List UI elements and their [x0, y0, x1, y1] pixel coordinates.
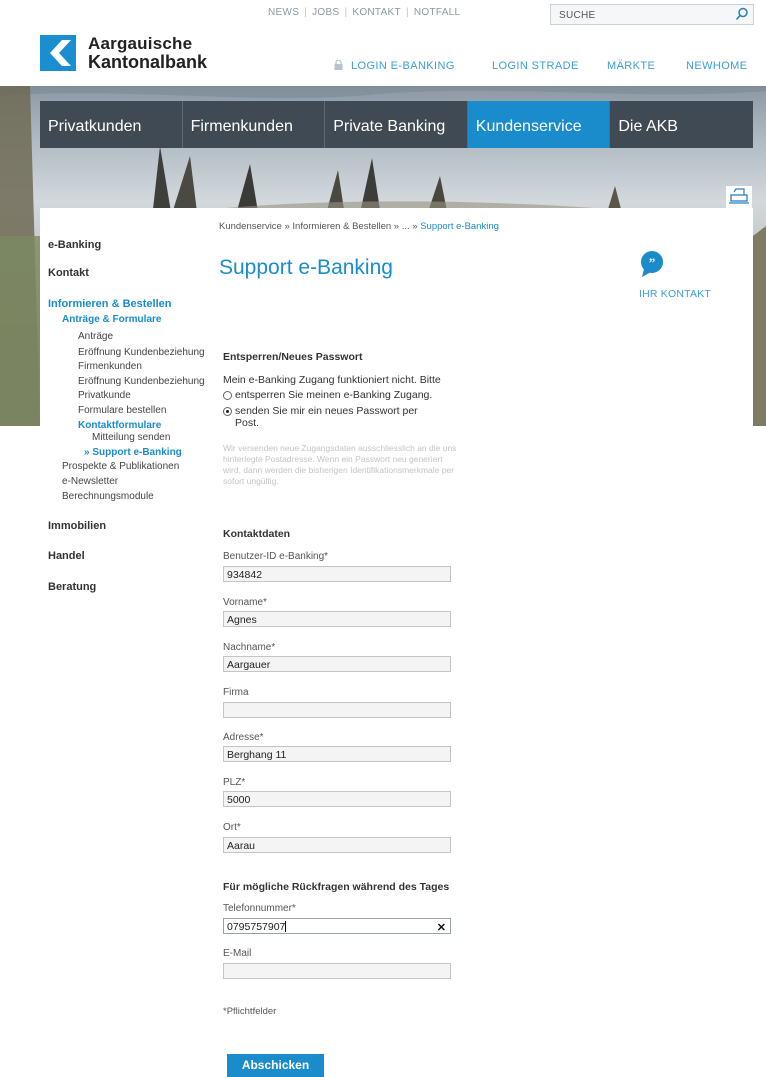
utility-nav: NEWS | JOBS | KONTAKT | NOTFALL: [268, 7, 461, 18]
sidebar-item-support-ebanking[interactable]: » Support e-Banking: [84, 447, 182, 458]
adresse-label: Adresse*: [223, 732, 264, 743]
sidebar-item-privatkunde[interactable]: Privatkunde: [78, 390, 131, 401]
vorname-field[interactable]: Agnes: [223, 611, 451, 627]
kontaktdaten-heading: Kontaktdaten: [223, 528, 291, 540]
vorname-label: Vorname*: [223, 597, 267, 608]
unlock-heading: Entsperren/Neues Passwort: [223, 351, 363, 363]
maerkte-link[interactable]: MÄRKTE: [607, 60, 655, 72]
search-placeholder: SUCHE: [559, 10, 596, 21]
telefon-label: Telefonnummer*: [223, 903, 296, 914]
sidebar-item-kontakt[interactable]: Kontakt: [48, 267, 89, 279]
tab-firmenkunden[interactable]: Firmenkunden: [183, 101, 326, 148]
sidebar-item-ebanking[interactable]: e-Banking: [48, 239, 101, 251]
logo-line1: Aargauische: [88, 34, 193, 53]
radio-new-password[interactable]: [223, 407, 232, 416]
lock-icon: [334, 60, 343, 70]
logo-line2: Kantonalbank: [88, 52, 208, 72]
sidebar-item-eroeffnung-privat[interactable]: Eröffnung Kundenbeziehung: [78, 376, 205, 387]
breadcrumb-path[interactable]: Kundenservice » Informieren & Bestellen …: [219, 221, 420, 232]
sidebar-item-mitteilung[interactable]: Mitteilung senden: [92, 432, 170, 443]
nachname-label: Nachname*: [223, 642, 276, 653]
adresse-field[interactable]: Berghang 11: [223, 746, 451, 762]
plz-field[interactable]: 5000: [223, 791, 451, 807]
sidebar-item-eroeffnung-firmen[interactable]: Eröffnung Kundenbeziehung: [78, 347, 205, 358]
login-ebanking-label: LOGIN E-BANKING: [351, 60, 455, 72]
text-caret: [285, 921, 287, 932]
logo-mark-icon: [40, 35, 76, 71]
email-field[interactable]: [223, 963, 451, 979]
util-link-kontakt[interactable]: KONTAKT: [352, 7, 401, 18]
breadcrumb: Kundenservice » Informieren & Bestellen …: [219, 221, 499, 232]
unlock-intro: Mein e-Banking Zugang funktioniert nicht…: [223, 374, 441, 386]
sidebar-item-informieren[interactable]: Informieren & Bestellen: [48, 298, 171, 310]
login-strade-link[interactable]: LOGIN STRADE: [492, 60, 579, 72]
unlock-note: Wir versenden neue Zugangsdaten ausschli…: [223, 443, 457, 486]
sidebar-item-kontaktformulare[interactable]: Kontaktformulare: [78, 420, 161, 431]
ihr-kontakt-link[interactable]: IHR KONTAKT: [639, 288, 711, 300]
util-link-notfall[interactable]: NOTFALL: [414, 7, 461, 18]
sidebar-item-formulare-bestellen[interactable]: Formulare bestellen: [78, 405, 166, 416]
tab-kundenservice[interactable]: Kundenservice: [467, 101, 611, 148]
sidebar-item-newsletter[interactable]: e-Newsletter: [62, 476, 118, 487]
telefon-field[interactable]: 0795757907 ✕: [223, 918, 451, 934]
email-label: E-Mail: [223, 948, 252, 959]
akb-logo[interactable]: Aargauische Kantonalbank: [40, 34, 207, 72]
sidebar-item-beratung[interactable]: Beratung: [48, 581, 96, 593]
ort-label: Ort*: [223, 822, 241, 833]
tab-private-banking[interactable]: Private Banking: [325, 101, 468, 148]
breadcrumb-current: Support e-Banking: [420, 221, 499, 232]
login-ebanking-link[interactable]: LOGIN E-BANKING: [334, 60, 455, 72]
tab-privatkunden[interactable]: Privatkunden: [40, 101, 183, 148]
newhome-link[interactable]: NEWHOME: [686, 60, 747, 72]
rueckfragen-heading: Für mögliche Rückfragen während des Tage…: [223, 881, 450, 893]
radio-unlock-label: entsperren Sie meinen e-Banking Zugang.: [235, 389, 433, 401]
radio-option-unlock[interactable]: entsperren Sie meinen e-Banking Zugang.: [223, 389, 432, 401]
sidebar-item-antraege[interactable]: Anträge: [78, 331, 113, 342]
submit-button[interactable]: Abschicken: [227, 1054, 324, 1077]
speech-bubble-icon[interactable]: ”: [639, 250, 665, 278]
print-icon[interactable]: [726, 186, 752, 208]
radio-new-password-label: senden Sie mir ein neues Passwort per Po…: [235, 405, 418, 429]
firma-label: Firma: [223, 687, 249, 698]
tab-die-akb[interactable]: Die AKB: [610, 101, 753, 148]
util-link-news[interactable]: NEWS: [268, 7, 299, 18]
sidebar-item-immobilien[interactable]: Immobilien: [48, 520, 106, 532]
clear-icon[interactable]: ✕: [437, 921, 446, 934]
sidebar-item-firmenkunden[interactable]: Firmenkunden: [78, 361, 142, 372]
search-icon[interactable]: [735, 7, 749, 21]
firma-field[interactable]: [223, 702, 451, 718]
util-link-jobs[interactable]: JOBS: [312, 7, 339, 18]
main-nav: Privatkunden Firmenkunden Private Bankin…: [40, 101, 753, 148]
sidebar-item-antraege-formulare[interactable]: Anträge & Formulare: [62, 314, 161, 325]
ort-field[interactable]: Aarau: [223, 837, 451, 853]
radio-option-new-password[interactable]: senden Sie mir ein neues Passwort per Po…: [223, 405, 433, 429]
required-note: *Pflichtfelder: [223, 1006, 277, 1017]
radio-unlock[interactable]: [223, 391, 232, 400]
search-input[interactable]: SUCHE: [550, 4, 754, 25]
sidebar-item-berechnungsmodule[interactable]: Berechnungsmodule: [62, 491, 154, 502]
svg-text:”: ”: [649, 255, 656, 270]
plz-label: PLZ*: [223, 777, 246, 788]
benutzer-id-field[interactable]: 934842: [223, 566, 451, 582]
sidebar-item-prospekte[interactable]: Prospekte & Publikationen: [62, 461, 179, 472]
telefon-value: 0795757907: [227, 921, 286, 933]
page-title: Support e-Banking: [219, 256, 393, 279]
nachname-field[interactable]: Aargauer: [223, 656, 451, 672]
content-panel: e-Banking Kontakt Informieren & Bestelle…: [40, 208, 753, 1077]
benutzer-id-label: Benutzer-ID e-Banking*: [223, 551, 329, 562]
sidebar-item-handel[interactable]: Handel: [48, 550, 85, 562]
